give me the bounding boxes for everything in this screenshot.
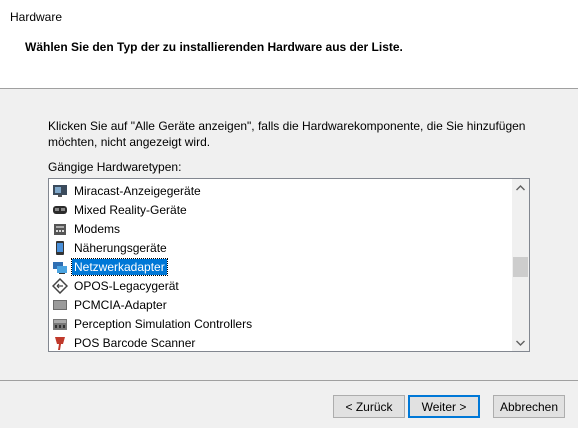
list-item[interactable]: OPOS-Legacygerät	[52, 277, 507, 295]
list-item-label: Modems	[74, 222, 121, 236]
scroll-down-button[interactable]	[512, 334, 529, 351]
list-item[interactable]: POS Barcode Scanner	[52, 334, 507, 351]
list-item-label: Perception Simulation Controllers	[74, 317, 253, 331]
wizard-title: Hardware	[10, 10, 63, 24]
list-label: Gängige Hardwaretypen:	[48, 160, 182, 174]
barcode-scanner-icon	[52, 335, 68, 351]
modem-icon	[52, 221, 68, 237]
controller-icon	[52, 316, 68, 332]
list-item[interactable]: Mixed Reality-Geräte	[52, 201, 507, 219]
list-item-label: Mixed Reality-Geräte	[74, 203, 187, 217]
list-item-label: Miracast-Anzeigegeräte	[74, 184, 201, 198]
list-item-label: PCMCIA-Adapter	[74, 298, 167, 312]
headset-icon	[52, 202, 68, 218]
wizard-header: Hardware Wählen Sie den Typ der zu insta…	[0, 0, 578, 89]
wizard-subtitle: Wählen Sie den Typ der zu installierende…	[25, 40, 403, 54]
chevron-down-icon	[516, 338, 525, 348]
chevron-up-icon	[516, 183, 525, 193]
display-icon	[52, 183, 68, 199]
list-item-label: Näherungsgeräte	[74, 241, 167, 255]
hardware-type-list[interactable]: Miracast-Anzeigegeräte Mixed Reality-Ger…	[48, 178, 530, 352]
list-item-label: OPOS-Legacygerät	[74, 279, 179, 293]
list-items: Miracast-Anzeigegeräte Mixed Reality-Ger…	[49, 179, 511, 351]
network-adapter-icon	[52, 259, 68, 275]
next-button[interactable]: Weiter >	[408, 395, 480, 418]
back-button[interactable]: < Zurück	[333, 395, 405, 418]
list-item-label: POS Barcode Scanner	[74, 336, 196, 350]
scroll-thumb[interactable]	[513, 257, 528, 277]
diamond-arrow-icon	[52, 278, 68, 294]
scroll-up-button[interactable]	[512, 179, 529, 196]
list-item[interactable]: Perception Simulation Controllers	[52, 315, 507, 333]
instructions-text: Klicken Sie auf "Alle Geräte anzeigen", …	[48, 119, 526, 149]
footer-divider	[0, 380, 578, 381]
card-icon	[52, 297, 68, 313]
phone-icon	[52, 240, 68, 256]
vertical-scrollbar[interactable]	[512, 179, 529, 351]
cancel-button[interactable]: Abbrechen	[493, 395, 565, 418]
list-item[interactable]: PCMCIA-Adapter	[52, 296, 507, 314]
list-item[interactable]: Miracast-Anzeigegeräte	[52, 182, 507, 200]
list-item[interactable]: Modems	[52, 220, 507, 238]
list-item-label: Netzwerkadapter	[71, 258, 168, 276]
list-item[interactable]: Näherungsgeräte	[52, 239, 507, 257]
list-item[interactable]: Netzwerkadapter	[52, 258, 507, 276]
